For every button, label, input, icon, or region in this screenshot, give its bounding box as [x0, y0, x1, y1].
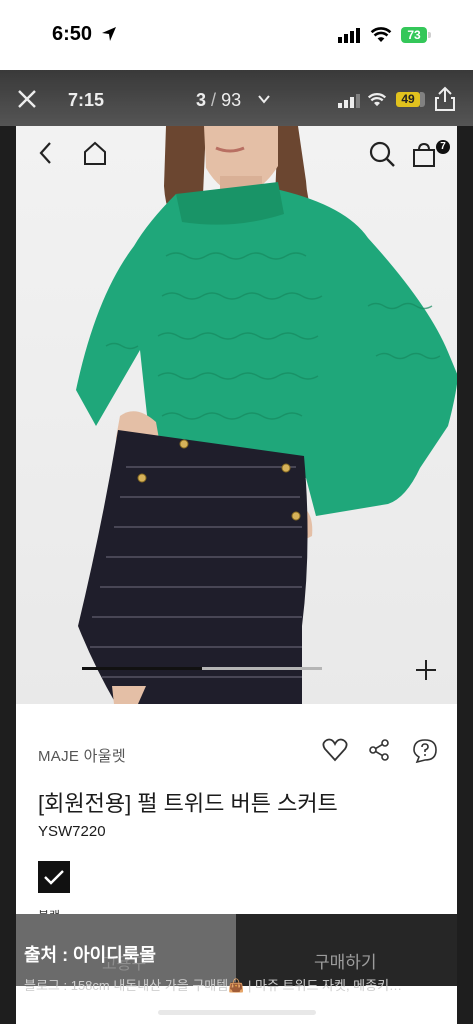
- cellular-signal-icon: [338, 94, 360, 108]
- battery-indicator: 73: [401, 27, 427, 43]
- device-status-bar: 6:50 73: [0, 0, 473, 70]
- image-counter[interactable]: 3 / 93: [196, 90, 241, 111]
- image-source-caption: 출처 : 아이디룩몰: [24, 945, 156, 965]
- color-swatch-black[interactable]: [38, 861, 70, 893]
- battery-empty-portion: [420, 92, 425, 107]
- blog-caption[interactable]: 블로그 : 158cm 내돈내산 가을 구매템👜 | 마쥬 트위드 자켓, 메종…: [24, 975, 454, 994]
- cart-count-badge: 7: [436, 140, 450, 154]
- buy-button-label: 구매하기: [314, 953, 377, 972]
- image-counter-current: 3: [196, 90, 207, 110]
- cellular-signal-icon: [338, 28, 360, 43]
- product-photo[interactable]: 7: [16, 126, 457, 704]
- back-arrow-icon[interactable]: [36, 140, 56, 166]
- home-icon[interactable]: [82, 140, 108, 166]
- gallery-progress-bar: [82, 667, 322, 670]
- battery-tip: [428, 32, 431, 38]
- inquiry-question-icon[interactable]: [412, 738, 438, 764]
- share-icon[interactable]: [367, 738, 391, 762]
- heart-icon[interactable]: [322, 738, 348, 762]
- product-code: YSW7220: [38, 823, 106, 840]
- brand-name[interactable]: MAJE 아울렛: [38, 745, 126, 766]
- viewer-top-bar: 7:15 3 / 93 49: [0, 70, 473, 126]
- wifi-icon: [370, 27, 392, 42]
- image-counter-separator: /: [211, 90, 217, 110]
- product-title: [회원전용] 펄 트위드 버튼 스커트: [38, 791, 338, 816]
- check-icon: [44, 870, 64, 885]
- chevron-down-icon[interactable]: [258, 95, 270, 104]
- screenshot-time: 7:15: [68, 90, 105, 110]
- model-illustration: [76, 126, 457, 704]
- battery-indicator: 49: [396, 92, 420, 107]
- image-counter-total: 93: [221, 90, 242, 110]
- home-indicator[interactable]: [158, 1010, 316, 1015]
- product-page: 7 MAJE 아울렛 [회원전용] 펄 트위드 버튼 스커트 YSW7220 블…: [16, 126, 457, 1024]
- search-icon[interactable]: [368, 140, 396, 168]
- wifi-icon: [367, 93, 387, 107]
- close-icon[interactable]: [16, 88, 38, 110]
- gallery-progress-fill: [82, 667, 202, 670]
- zoom-plus-icon[interactable]: [414, 658, 438, 682]
- cart-icon[interactable]: [411, 142, 437, 168]
- location-arrow-icon: [102, 27, 116, 41]
- device-time: 6:50: [52, 23, 93, 45]
- share-upload-icon[interactable]: [434, 86, 456, 112]
